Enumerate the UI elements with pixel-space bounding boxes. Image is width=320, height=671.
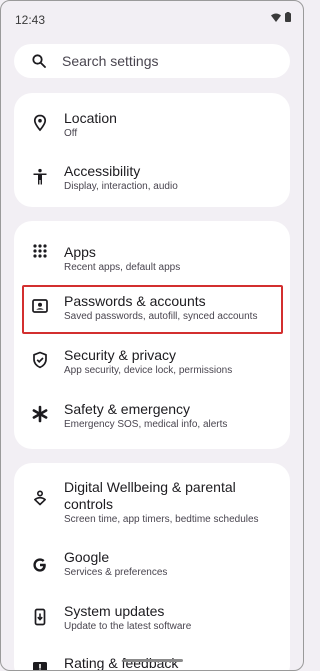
settings-item-title: Rating & feedback <box>64 655 179 671</box>
settings-item-title-line2: controls <box>64 496 114 512</box>
settings-item-subtitle: Emergency SOS, medical info, alerts <box>64 419 228 430</box>
settings-item-subtitle: Display, interaction, audio <box>64 181 178 192</box>
status-bar: 12:43 <box>1 1 303 37</box>
settings-item-title: Google <box>64 549 110 565</box>
settings-item-system-updates[interactable]: System updates Update to the latest soft… <box>14 593 290 645</box>
settings-item-security-privacy[interactable]: Security & privacy App security, device … <box>14 333 290 385</box>
location-pin-icon <box>33 114 47 132</box>
wifi-icon <box>271 13 281 22</box>
wellbeing-icon <box>34 490 46 506</box>
google-g-icon <box>33 558 46 572</box>
accessibility-person-icon <box>33 168 47 185</box>
system-update-icon <box>34 608 46 626</box>
settings-item-subtitle: Off <box>64 128 78 139</box>
feedback-icon <box>33 662 47 670</box>
asterisk-icon <box>32 405 48 423</box>
settings-item-subtitle: Recent apps, default apps <box>64 262 181 273</box>
settings-item-title: Safety & emergency <box>64 401 191 417</box>
home-indicator <box>123 659 183 662</box>
settings-item-location[interactable]: Location Off <box>14 97 290 149</box>
settings-item-title: Apps <box>64 244 96 260</box>
search-bar[interactable]: Search settings <box>14 44 290 78</box>
settings-card-3: Digital Wellbeing & parental controls Sc… <box>14 463 290 671</box>
settings-item-digital-wellbeing[interactable]: Digital Wellbeing & parental controls Sc… <box>14 469 290 535</box>
settings-item-subtitle: App security, device lock, permissions <box>64 365 233 376</box>
apps-grid-icon <box>33 244 47 258</box>
battery-icon <box>285 12 291 22</box>
settings-item-safety-emergency[interactable]: Safety & emergency Emergency SOS, medica… <box>14 387 290 439</box>
settings-item-subtitle: Update to the latest software <box>64 621 192 632</box>
settings-item-subtitle: Screen time, app timers, bedtime schedul… <box>64 514 259 525</box>
shield-check-icon <box>33 351 47 369</box>
settings-item-google[interactable]: Google Services & preferences <box>14 539 290 591</box>
settings-item-title: System updates <box>64 603 165 619</box>
search-icon <box>32 54 46 68</box>
settings-item-apps[interactable]: Apps Recent apps, default apps <box>14 225 290 277</box>
search-placeholder: Search settings <box>62 53 159 69</box>
settings-item-accessibility[interactable]: Accessibility Display, interaction, audi… <box>14 151 290 203</box>
status-time: 12:43 <box>15 13 46 27</box>
settings-card-2: Apps Recent apps, default apps Passwords… <box>14 221 290 449</box>
settings-item-title-line1: Digital Wellbeing & parental <box>64 479 236 495</box>
settings-card-1: Location Off Accessibility Display, inte… <box>14 93 290 207</box>
settings-screen: 12:43 Search settings Location Off Acces… <box>0 0 304 671</box>
settings-item-title: Security & privacy <box>64 347 177 363</box>
highlight-box <box>22 285 283 334</box>
settings-item-subtitle: Services & preferences <box>64 567 168 578</box>
settings-item-title: Location <box>64 110 117 126</box>
settings-item-title: Accessibility <box>64 163 141 179</box>
